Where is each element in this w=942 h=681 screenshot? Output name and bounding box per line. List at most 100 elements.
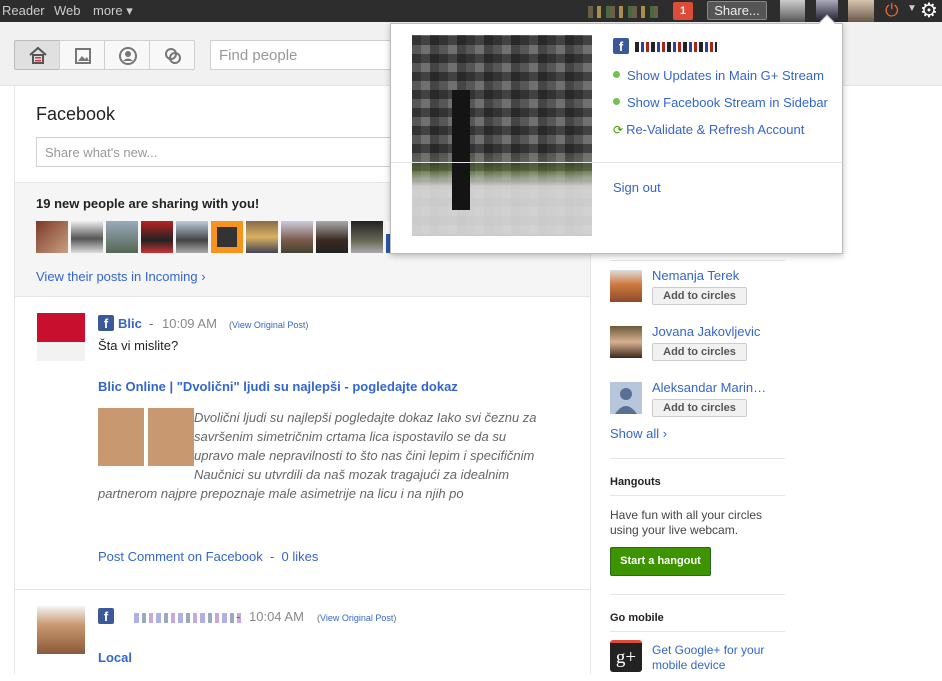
avatar[interactable] [141,221,173,253]
suggestion-item: Aleksandar Marin… Add to circles [610,380,810,422]
home-icon [29,46,47,64]
nav-more-menu[interactable]: more ▾ [93,3,133,19]
gear-icon[interactable]: ⚙ [920,0,938,23]
stream-post: f - 10:04 AM (View Original Post) Local [15,591,590,681]
circles-icon [165,48,181,64]
divider [610,458,785,459]
post-link-title[interactable]: Blic Online | "Dvolični" ljudi su najlep… [98,379,458,394]
post-comment-link[interactable]: Post Comment on Facebook [98,549,263,564]
hangouts-description: Have fun with all your circles using you… [610,508,763,537]
popup-item-label: Re-Validate & Refresh Account [626,122,805,137]
refresh-icon: ⟳ [613,123,624,137]
popup-item-label: Show Facebook Stream in Sidebar [627,95,828,110]
hangouts-title: Hangouts [610,476,661,488]
add-to-circles-button[interactable]: Add to circles [652,287,747,305]
view-original-post: (View Original Post) [317,613,397,623]
top-navigation-bar: Reader Web more ▾ 1 Share... ⏻ ▼ ⚙ [0,0,942,22]
user-avatar[interactable] [848,0,874,22]
view-original-post: (View Original Post) [229,320,309,330]
default-avatar-icon[interactable] [610,382,642,414]
avatar[interactable] [71,221,103,253]
profile-button[interactable] [104,40,150,70]
suggestion-item: Nemanja Terek Add to circles [610,268,810,310]
avatar[interactable] [246,221,278,253]
separator: - [266,549,282,564]
avatar[interactable] [37,606,85,654]
revalidate-refresh-link[interactable]: ⟳ Re-Validate & Refresh Account [613,122,804,137]
green-dot-icon [613,98,620,105]
post-link-title[interactable]: Local [98,650,132,665]
get-mobile-link[interactable]: Get Google+ for your mobile device [652,643,792,673]
pixelated-profile-photo [412,35,592,234]
avatar[interactable] [316,221,348,253]
post-likes-link[interactable]: 0 likes [282,549,319,564]
show-updates-main-stream-link[interactable]: Show Updates in Main G+ Stream [613,68,824,83]
account-thumbnail[interactable] [780,0,805,22]
nav-link-reader[interactable]: Reader [2,3,45,18]
avatar[interactable] [36,221,68,253]
post-author[interactable]: Blic [118,316,142,331]
divider [610,260,785,261]
pixelated-region [588,6,658,18]
suggestion-item: Jovana Jakovljevic Add to circles [610,324,810,366]
green-dot-icon [613,71,620,78]
popup-item-label: Show Updates in Main G+ Stream [627,68,824,83]
power-icon[interactable]: ⏻ [885,1,898,21]
post-text: Šta vi mislite? [98,338,179,353]
avatar[interactable] [351,221,383,253]
google-plus-icon[interactable]: g+ [610,640,642,672]
incoming-avatars [36,221,418,253]
home-button[interactable] [14,40,60,70]
suggestion-name[interactable]: Aleksandar Marin… [652,380,766,395]
avatar[interactable] [176,221,208,253]
view-original-link[interactable]: View Original Post [232,320,305,330]
pixelated-author-name[interactable] [134,613,244,623]
divider [391,162,842,163]
add-to-circles-button[interactable]: Add to circles [652,399,747,417]
share-button[interactable]: Share... [707,1,767,20]
stream-heading: Facebook [36,104,116,124]
start-hangout-button[interactable]: Start a hangout [610,547,711,576]
separator: - [236,609,241,624]
photo-underline [412,234,592,236]
nav-link-web[interactable]: Web [54,3,81,18]
circles-button[interactable] [149,40,195,70]
avatar[interactable] [211,221,243,253]
avatar[interactable] [106,221,138,253]
photo-figure [452,90,470,210]
post-thumbnail[interactable] [98,408,194,466]
post-timestamp: 10:09 AM [162,316,217,331]
post-excerpt: Dvolični ljudi su najlepši pogledajte do… [98,408,538,503]
post-actions: Post Comment on Facebook - 0 likes [98,549,318,564]
separator: - [149,316,154,331]
find-people-input[interactable] [210,40,410,70]
sign-out-link[interactable]: Sign out [613,180,661,195]
go-mobile-title: Go mobile [610,612,664,624]
pixelated-account-name [635,42,717,52]
avatar[interactable] [37,313,85,361]
photo-icon [75,48,91,64]
profile-icon [119,47,137,65]
incoming-link[interactable]: View their posts in Incoming › [36,269,206,284]
avatar[interactable] [281,221,313,253]
add-to-circles-button[interactable]: Add to circles [652,343,747,361]
facebook-icon: f [98,608,114,624]
suggestion-name[interactable]: Jovana Jakovljevic [652,324,760,339]
notification-count-badge[interactable]: 1 [673,2,693,20]
incoming-title: 19 new people are sharing with you! [36,196,260,211]
stream-post: f Blic - 10:09 AM (View Original Post) Š… [15,298,590,590]
view-original-link[interactable]: View Original Post [320,613,393,623]
chevron-down-icon[interactable]: ▼ [907,3,917,14]
photos-button[interactable] [59,40,105,70]
facebook-icon: f [613,38,629,54]
divider [610,594,785,595]
avatar[interactable] [610,270,642,302]
show-facebook-sidebar-link[interactable]: Show Facebook Stream in Sidebar [613,95,828,110]
divider [610,631,785,632]
show-all-link[interactable]: Show all › [610,426,667,441]
facebook-icon: f [98,315,114,331]
avatar[interactable] [610,326,642,358]
suggestion-name[interactable]: Nemanja Terek [652,268,739,283]
divider [610,495,785,496]
facebook-account-popup: f Show Updates in Main G+ Stream Show Fa… [390,14,843,254]
